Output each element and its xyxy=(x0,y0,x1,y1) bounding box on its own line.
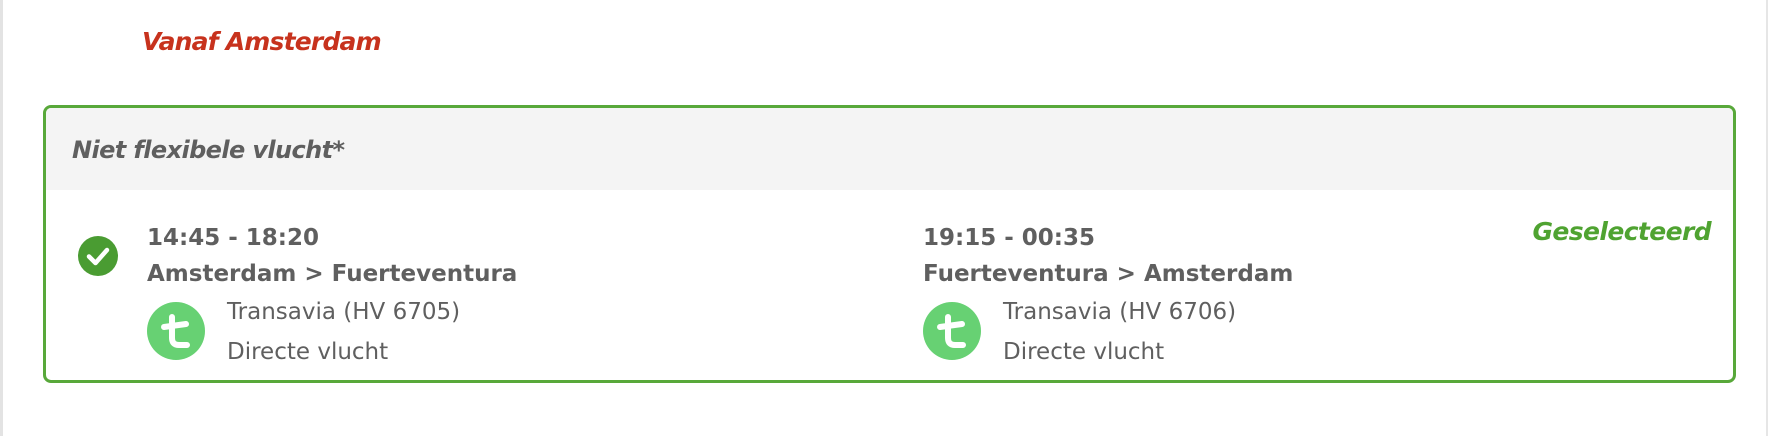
outbound-flight-type: Directe vlucht xyxy=(227,339,389,365)
outbound-carrier: Transavia (HV 6705) xyxy=(227,299,461,325)
outbound-flight: 14:45 - 18:20 Amsterdam > Fuerteventura … xyxy=(147,220,517,374)
transavia-logo-icon xyxy=(923,302,981,360)
outbound-carrier-row: Transavia (HV 6705) Directe vlucht xyxy=(147,294,517,374)
selected-status-label: Geselecteerd xyxy=(1532,217,1711,246)
checkmark-icon xyxy=(78,236,118,276)
flight-option-card[interactable]: Niet flexibele vlucht* 14:45 - 18:20 Ams… xyxy=(43,105,1736,383)
outbound-times: 14:45 - 18:20 xyxy=(147,225,319,251)
return-carrier-row: Transavia (HV 6706) Directe vlucht xyxy=(923,294,1293,374)
return-flight: 19:15 - 00:35 Fuerteventura > Amsterdam … xyxy=(923,220,1293,374)
transavia-logo-icon xyxy=(147,302,205,360)
return-flight-type: Directe vlucht xyxy=(1003,339,1165,365)
return-times: 19:15 - 00:35 xyxy=(923,225,1095,251)
fare-type-title: Niet flexibele vlucht* xyxy=(72,136,345,164)
return-carrier: Transavia (HV 6706) xyxy=(1003,299,1237,325)
card-header: Niet flexibele vlucht* xyxy=(46,108,1733,190)
return-route: Fuerteventura > Amsterdam xyxy=(923,261,1294,287)
outbound-route: Amsterdam > Fuerteventura xyxy=(147,261,518,287)
page-left-border xyxy=(0,0,3,436)
section-title: Vanaf Amsterdam xyxy=(142,27,382,56)
